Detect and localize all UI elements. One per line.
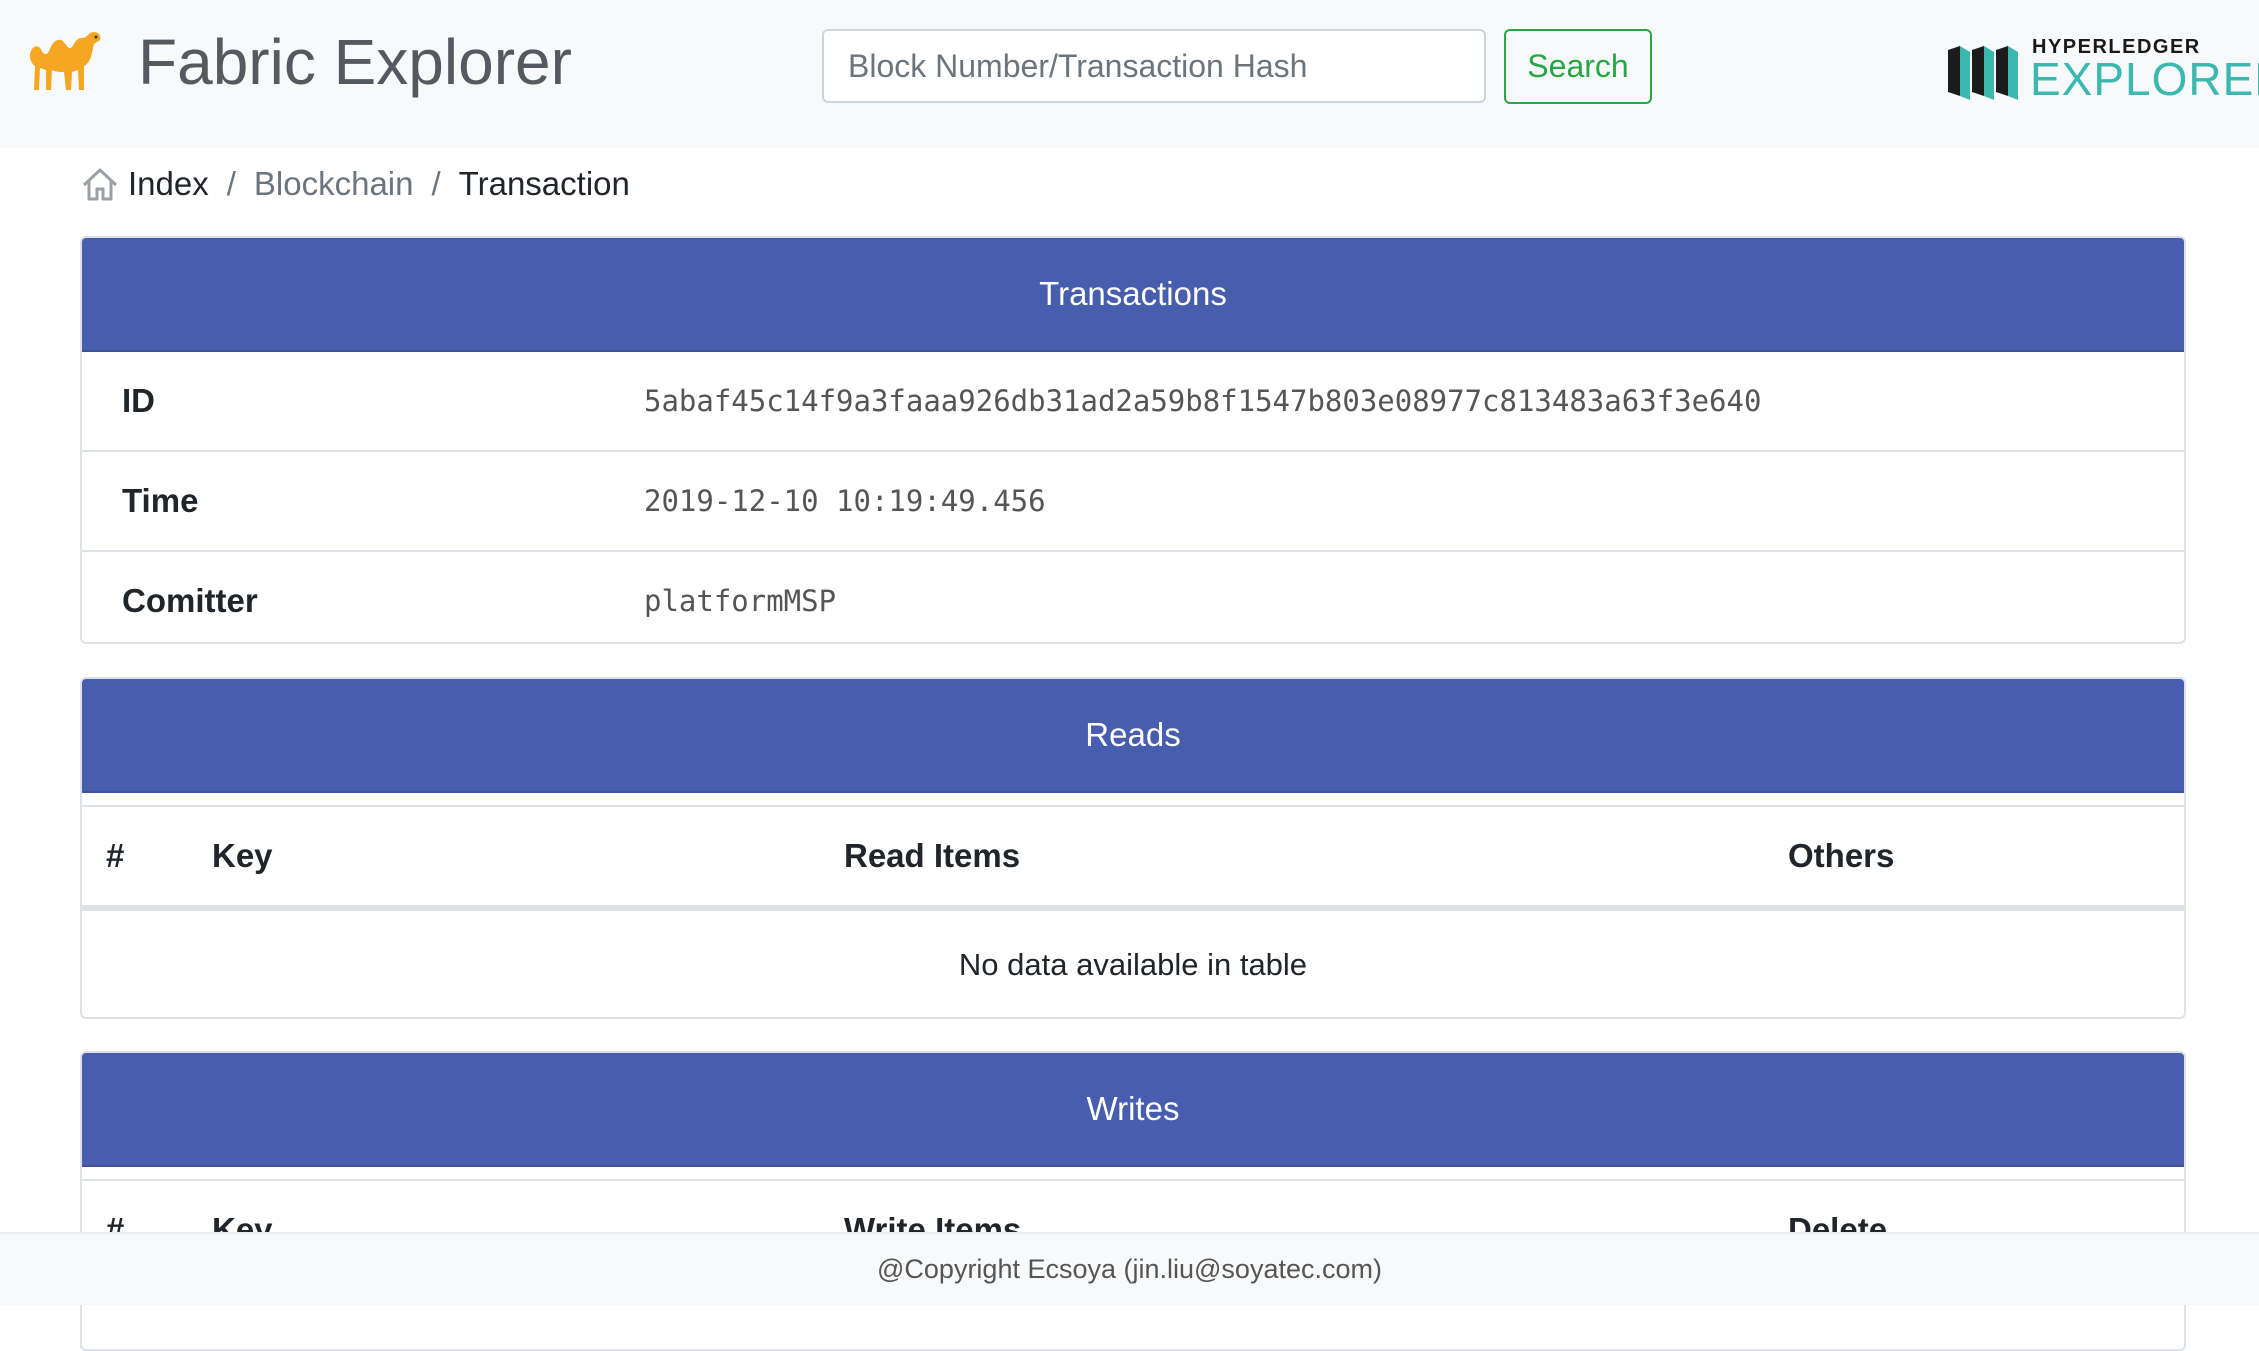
search-input[interactable] — [822, 29, 1486, 103]
copyright-text: @Copyright Ecsoya (jin.liu@soyatec.com) — [877, 1254, 1382, 1284]
breadcrumb-blockchain[interactable]: Blockchain — [254, 165, 414, 203]
writes-card: Writes # Key Write Items Delete — [80, 1051, 2186, 1351]
transaction-card-title: Transactions — [82, 238, 2184, 352]
app-title[interactable]: Fabric Explorer — [138, 20, 572, 104]
breadcrumb-transaction: Transaction — [458, 165, 630, 202]
column-header-number[interactable]: # — [106, 807, 124, 905]
time-value: 2019-12-10 10:19:49.456 — [644, 484, 1046, 518]
camel-logo-icon[interactable] — [26, 28, 104, 94]
reads-card-title: Reads — [82, 679, 2184, 793]
home-icon[interactable] — [80, 165, 120, 203]
time-label: Time — [122, 482, 199, 519]
breadcrumb-index[interactable]: Index — [128, 165, 209, 203]
reads-card: Reads # Key Read Items Others No data av… — [80, 677, 2186, 1019]
column-header-read-items[interactable]: Read Items — [844, 807, 1020, 905]
logo-bottom-text: EXPLORER — [2030, 53, 2259, 105]
writes-card-title: Writes — [82, 1053, 2184, 1167]
column-header-others[interactable]: Others — [1788, 807, 1894, 905]
committer-label: Comitter — [122, 582, 258, 619]
committer-value: platformMSP — [644, 584, 837, 618]
transaction-committer-row: Comitter platformMSP — [82, 552, 2184, 642]
top-navbar: Fabric Explorer Search HYPERLEDGER EXPLO… — [0, 0, 2259, 148]
hyperledger-books-icon — [1948, 46, 2018, 100]
transaction-id-row: ID 5abaf45c14f9a3faaa926db31ad2a59b8f154… — [82, 352, 2184, 452]
hyperledger-explorer-logo[interactable]: HYPERLEDGER EXPLORER — [1946, 36, 2259, 106]
breadcrumb: Index / Blockchain / Transaction — [80, 160, 630, 208]
id-label: ID — [122, 382, 155, 419]
reads-table-header: # Key Read Items Others — [82, 805, 2184, 911]
column-header-key[interactable]: Key — [212, 807, 273, 905]
footer: @Copyright Ecsoya (jin.liu@soyatec.com) — [0, 1232, 2259, 1305]
breadcrumb-separator: / — [226, 165, 236, 202]
id-value: 5abaf45c14f9a3faaa926db31ad2a59b8f1547b8… — [644, 384, 1762, 418]
breadcrumb-separator: / — [431, 165, 441, 202]
search-button[interactable]: Search — [1504, 29, 1652, 104]
transaction-card: Transactions ID 5abaf45c14f9a3faaa926db3… — [80, 236, 2186, 644]
transaction-time-row: Time 2019-12-10 10:19:49.456 — [82, 452, 2184, 552]
reads-empty-message: No data available in table — [958, 947, 1308, 982]
